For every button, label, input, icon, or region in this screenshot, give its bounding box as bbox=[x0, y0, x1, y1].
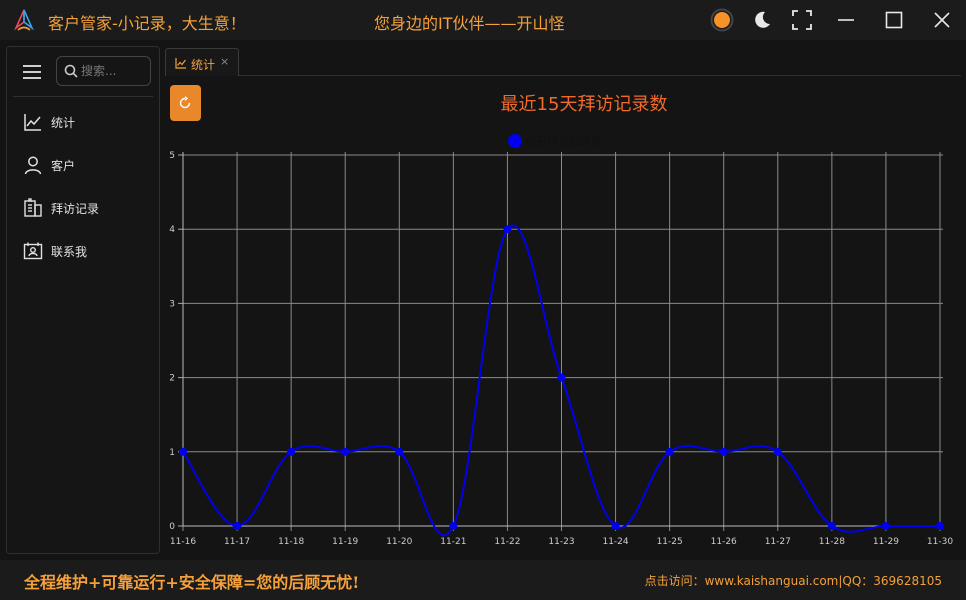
y-tick-label: 2 bbox=[169, 374, 175, 384]
sidebar-item-label: 拜访记录 bbox=[51, 202, 100, 216]
x-tick-label: 11-28 bbox=[819, 537, 845, 547]
sidebar-item-label: 客户 bbox=[51, 159, 76, 173]
x-tick-label: 11-19 bbox=[332, 537, 358, 547]
data-point bbox=[881, 522, 890, 530]
x-tick-label: 11-18 bbox=[278, 537, 304, 547]
theme-color-icon bbox=[710, 8, 734, 32]
close-icon bbox=[934, 12, 950, 28]
sidebar-divider bbox=[13, 96, 153, 97]
contact-card-icon bbox=[23, 242, 43, 260]
user-icon bbox=[24, 156, 42, 175]
close-button[interactable] bbox=[930, 8, 954, 32]
sidebar-item-visit-records[interactable]: 拜访记录 bbox=[7, 190, 159, 226]
data-point bbox=[449, 522, 458, 530]
y-tick-label: 4 bbox=[169, 225, 175, 235]
sidebar-item-contact[interactable]: 联系我 bbox=[7, 233, 159, 269]
footer-slogan: 全程维护+可靠运行+安全保障=您的后顾无忧! bbox=[24, 573, 360, 592]
sidebar: 统计 客户 拜访记录 联系我 bbox=[6, 46, 160, 554]
sidebar-item-statistics[interactable]: 统计 bbox=[7, 104, 159, 140]
search-box[interactable] bbox=[56, 56, 151, 86]
x-tick-label: 11-29 bbox=[873, 537, 899, 547]
legend-label: 每日拜访记录数 bbox=[525, 134, 602, 148]
x-tick-label: 11-30 bbox=[927, 537, 953, 547]
data-point bbox=[611, 522, 620, 530]
data-point bbox=[936, 522, 944, 530]
logo-icon bbox=[14, 9, 34, 31]
x-tick-label: 11-17 bbox=[224, 537, 250, 547]
visit-chart: 最近15天拜访记录数每日拜访记录数 0 1 2 3 4 5 11-16 11-17 11-18 11… bbox=[169, 94, 953, 547]
line-chart-icon bbox=[175, 58, 186, 69]
data-point bbox=[395, 447, 404, 456]
y-tick-label: 0 bbox=[169, 522, 175, 532]
data-point bbox=[719, 447, 728, 456]
sidebar-item-customers[interactable]: 客户 bbox=[7, 147, 159, 183]
sidebar-item-label: 统计 bbox=[51, 116, 76, 130]
minimize-button[interactable] bbox=[834, 8, 858, 32]
data-point bbox=[557, 373, 566, 382]
tab-close-icon[interactable]: × bbox=[220, 55, 229, 68]
footer-website-link[interactable]: 点击访问：www.kaishanguai.com|QQ：369628105 bbox=[645, 572, 942, 589]
search-icon bbox=[64, 64, 78, 78]
app-slogan: 您身边的IT伙伴——开山怪 bbox=[374, 14, 565, 33]
x-tick-label: 11-20 bbox=[386, 537, 412, 547]
x-tick-label: 11-22 bbox=[494, 537, 520, 547]
data-point bbox=[341, 447, 350, 456]
legend-marker bbox=[508, 134, 522, 148]
visit-record-icon bbox=[24, 198, 42, 217]
x-tick-label: 11-26 bbox=[711, 537, 737, 547]
line-chart-icon bbox=[24, 114, 41, 131]
minimize-icon bbox=[838, 19, 854, 21]
fullscreen-icon bbox=[792, 10, 812, 30]
moon-icon bbox=[755, 11, 770, 28]
title-bar: 客户管家-小记录，大生意！ 您身边的IT伙伴——开山怪 bbox=[0, 0, 966, 40]
x-tick-label: 11-25 bbox=[657, 537, 683, 547]
y-tick-label: 1 bbox=[169, 448, 175, 458]
sidebar-item-label: 联系我 bbox=[51, 245, 88, 259]
maximize-button[interactable] bbox=[882, 8, 906, 32]
fullscreen-button[interactable] bbox=[790, 8, 814, 32]
data-point bbox=[503, 225, 512, 234]
x-tick-label: 11-23 bbox=[548, 537, 574, 547]
maximize-icon bbox=[885, 11, 903, 29]
y-tick-label: 3 bbox=[169, 299, 175, 309]
tab-statistics[interactable]: 统计 × bbox=[165, 48, 239, 76]
data-point bbox=[773, 447, 782, 456]
search-input[interactable] bbox=[81, 62, 147, 80]
hamburger-icon bbox=[23, 65, 41, 79]
chart-title: 最近15天拜访记录数 bbox=[501, 94, 668, 115]
data-point bbox=[827, 522, 836, 530]
theme-color-button[interactable] bbox=[710, 8, 734, 32]
tab-label: 统计 bbox=[191, 58, 216, 72]
dark-mode-button[interactable] bbox=[750, 8, 774, 32]
app-title: 客户管家-小记录，大生意！ bbox=[48, 14, 246, 33]
y-tick-label: 5 bbox=[169, 151, 175, 161]
x-tick-label: 11-16 bbox=[170, 537, 196, 547]
data-point bbox=[665, 447, 674, 456]
footer: 全程维护+可靠运行+安全保障=您的后顾无忧! 点击访问：www.kaishang… bbox=[0, 560, 966, 600]
menu-toggle-button[interactable] bbox=[21, 61, 43, 83]
data-point bbox=[287, 447, 296, 456]
tab-bar-line bbox=[239, 75, 961, 76]
x-tick-label: 11-27 bbox=[765, 537, 791, 547]
data-point bbox=[233, 522, 242, 530]
x-tick-label: 11-24 bbox=[602, 537, 628, 547]
x-tick-label: 11-21 bbox=[440, 537, 466, 547]
data-point bbox=[179, 447, 187, 456]
